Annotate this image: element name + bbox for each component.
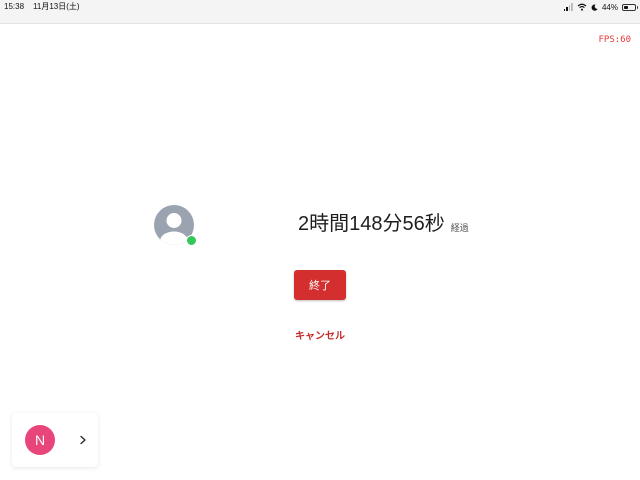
online-status-dot (186, 235, 197, 246)
moon-icon (591, 3, 598, 11)
floating-user-chip[interactable]: N (12, 413, 98, 467)
battery-percent: 44% (601, 2, 618, 12)
status-clock: 15:38 11月13日(土) (4, 1, 80, 13)
fps-counter: FPS:60 (598, 35, 631, 45)
elapsed-label: 経過 (450, 224, 469, 234)
status-date: 11月13日(土) (33, 2, 80, 11)
chevron-right-icon[interactable] (76, 432, 90, 448)
battery-icon (622, 3, 638, 11)
call-elapsed: 2時間148分56秒 経過 (298, 210, 469, 238)
elapsed-time: 2時間148分56秒 (298, 213, 445, 235)
status-indicators: 44% (563, 1, 638, 13)
status-time: 15:38 (4, 2, 25, 11)
wifi-icon (577, 3, 587, 11)
user-initial-avatar: N (25, 425, 55, 455)
battery-level (624, 5, 629, 9)
signal-icon (563, 3, 573, 11)
cancel-button[interactable]: キャンセル (280, 329, 360, 345)
status-bar: 15:38 11月13日(土) 44% (0, 0, 640, 24)
end-call-button[interactable]: 終了 (294, 270, 346, 300)
